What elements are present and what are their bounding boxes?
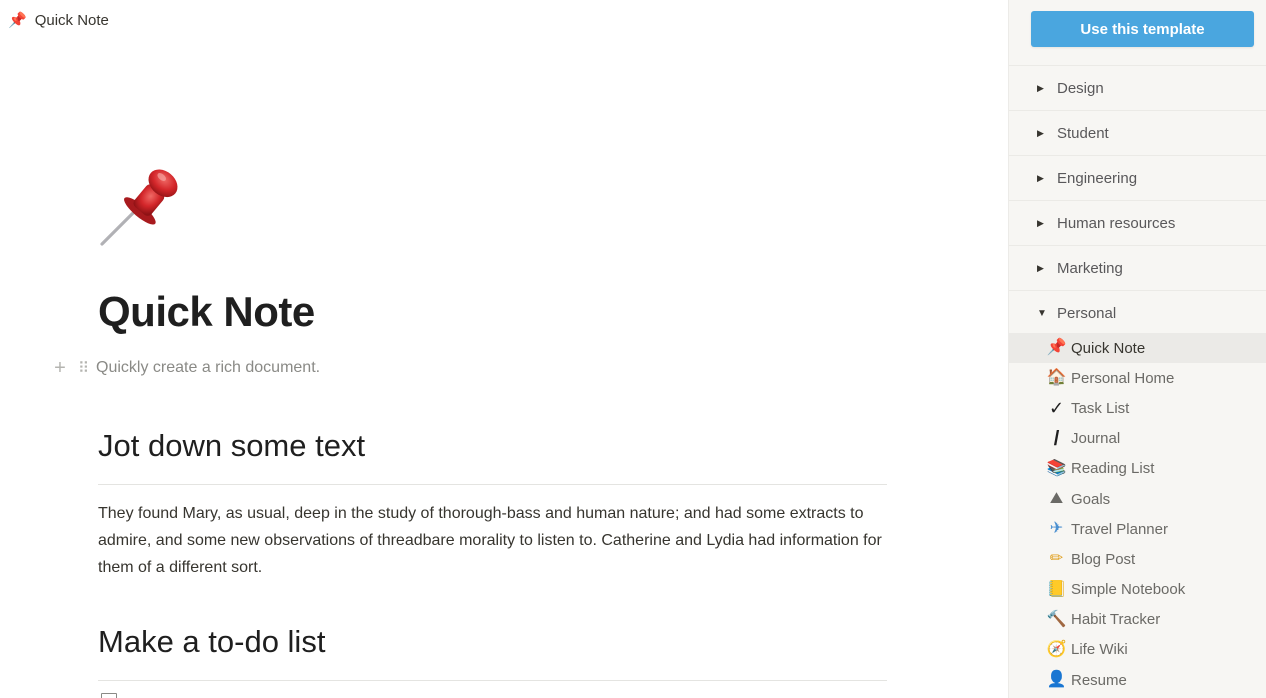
airplane-icon: ✈ (1049, 520, 1064, 538)
category-label: Human resources (1057, 214, 1176, 232)
template-item-blog-post[interactable]: ✏ Blog Post (1009, 544, 1266, 574)
category-list: ▶ Design ▶ Student ▶ Engineering ▶ Human… (1009, 65, 1266, 335)
add-block-icon[interactable]: + (50, 358, 70, 378)
template-item-habit-tracker[interactable]: 🔨 Habit Tracker (1009, 605, 1266, 635)
document-area: 📌 Quick Note Quick Note + ⠿ Quickly crea… (0, 0, 1008, 698)
section-heading[interactable]: Make a to-do list (98, 624, 325, 660)
divider (98, 484, 887, 485)
use-template-button[interactable]: Use this template (1031, 11, 1254, 47)
category-label: Engineering (1057, 169, 1138, 187)
template-label: Resume (1071, 671, 1127, 689)
checkmark-icon: ✓ (1048, 398, 1065, 419)
template-label: Reading List (1071, 460, 1155, 478)
template-item-resume[interactable]: 👤 Resume (1009, 665, 1266, 695)
category-human-resources[interactable]: ▶ Human resources (1009, 200, 1266, 245)
template-item-journal[interactable]: / Journal (1009, 424, 1266, 454)
template-label: Habit Tracker (1071, 611, 1161, 629)
todo-checkbox[interactable] (101, 693, 117, 698)
template-label: Task List (1071, 399, 1130, 417)
category-personal[interactable]: ▼ Personal (1009, 290, 1266, 335)
template-label: Travel Planner (1071, 520, 1168, 538)
pushpin-icon: 📌 (8, 11, 27, 29)
template-item-life-wiki[interactable]: 🧭 Life Wiki (1009, 635, 1266, 665)
hammer-icon: 🔨 (1046, 610, 1067, 628)
template-label: Simple Notebook (1071, 581, 1186, 599)
template-item-goals[interactable]: ⛰ Goals (1009, 484, 1266, 514)
category-design[interactable]: ▶ Design (1009, 65, 1266, 110)
pencil-icon: ✏ (1049, 550, 1064, 568)
category-student[interactable]: ▶ Student (1009, 110, 1266, 155)
divider (98, 680, 887, 681)
template-item-reading-list[interactable]: 📚 Reading List (1009, 454, 1266, 484)
app-window: 📌 Quick Note Quick Note + ⠿ Quickly crea… (0, 0, 1266, 698)
category-label: Personal (1057, 304, 1117, 322)
category-label: Marketing (1057, 259, 1123, 277)
template-label: Goals (1071, 490, 1111, 508)
triangle-down-icon: ▼ (1037, 307, 1047, 319)
template-item-personal-home[interactable]: 🏠 Personal Home (1009, 363, 1266, 393)
template-label: Quick Note (1071, 339, 1146, 357)
compass-icon: 🧭 (1046, 640, 1067, 658)
notebook-icon: 📒 (1046, 580, 1067, 598)
template-item-quick-note[interactable]: 📌 Quick Note (1009, 333, 1266, 364)
template-sidebar: Use this template ▶ Design ▶ Student ▶ E… (1008, 0, 1266, 698)
pen-icon: / (1053, 427, 1060, 450)
subtitle-block: + ⠿ Quickly create a rich document. (50, 356, 320, 380)
mountain-icon: ⛰ (1049, 490, 1064, 508)
page-title[interactable]: Quick Note (98, 288, 315, 336)
breadcrumb-label: Quick Note (34, 11, 109, 29)
page-subtitle[interactable]: Quickly create a rich document. (96, 359, 320, 377)
drag-handle-icon[interactable]: ⠿ (70, 359, 96, 377)
template-list: 📌 Quick Note 🏠 Personal Home ✓ Task List… (1009, 333, 1266, 695)
triangle-right-icon: ▶ (1037, 217, 1044, 228)
triangle-right-icon: ▶ (1037, 127, 1044, 138)
person-icon: 👤 (1046, 671, 1067, 689)
paragraph[interactable]: They found Mary, as usual, deep in the s… (98, 500, 888, 581)
category-engineering[interactable]: ▶ Engineering (1009, 155, 1266, 200)
section-heading[interactable]: Jot down some text (98, 428, 365, 464)
template-label: Journal (1071, 430, 1121, 448)
triangle-right-icon: ▶ (1037, 82, 1044, 93)
pushpin-icon: 📌 (1046, 339, 1067, 357)
books-icon: 📚 (1046, 459, 1067, 477)
template-item-travel-planner[interactable]: ✈ Travel Planner (1009, 514, 1266, 544)
house-icon: 🏠 (1046, 369, 1067, 387)
category-marketing[interactable]: ▶ Marketing (1009, 245, 1266, 290)
triangle-right-icon: ▶ (1037, 262, 1044, 273)
breadcrumb[interactable]: 📌 Quick Note (8, 9, 109, 31)
triangle-right-icon: ▶ (1037, 172, 1044, 183)
template-label: Life Wiki (1071, 641, 1128, 659)
category-label: Design (1057, 79, 1104, 97)
template-item-simple-notebook[interactable]: 📒 Simple Notebook (1009, 575, 1266, 605)
pushpin-icon[interactable] (98, 158, 190, 248)
template-item-task-list[interactable]: ✓ Task List (1009, 393, 1266, 423)
template-label: Blog Post (1071, 550, 1136, 568)
category-label: Student (1057, 124, 1109, 142)
template-label: Personal Home (1071, 369, 1175, 387)
